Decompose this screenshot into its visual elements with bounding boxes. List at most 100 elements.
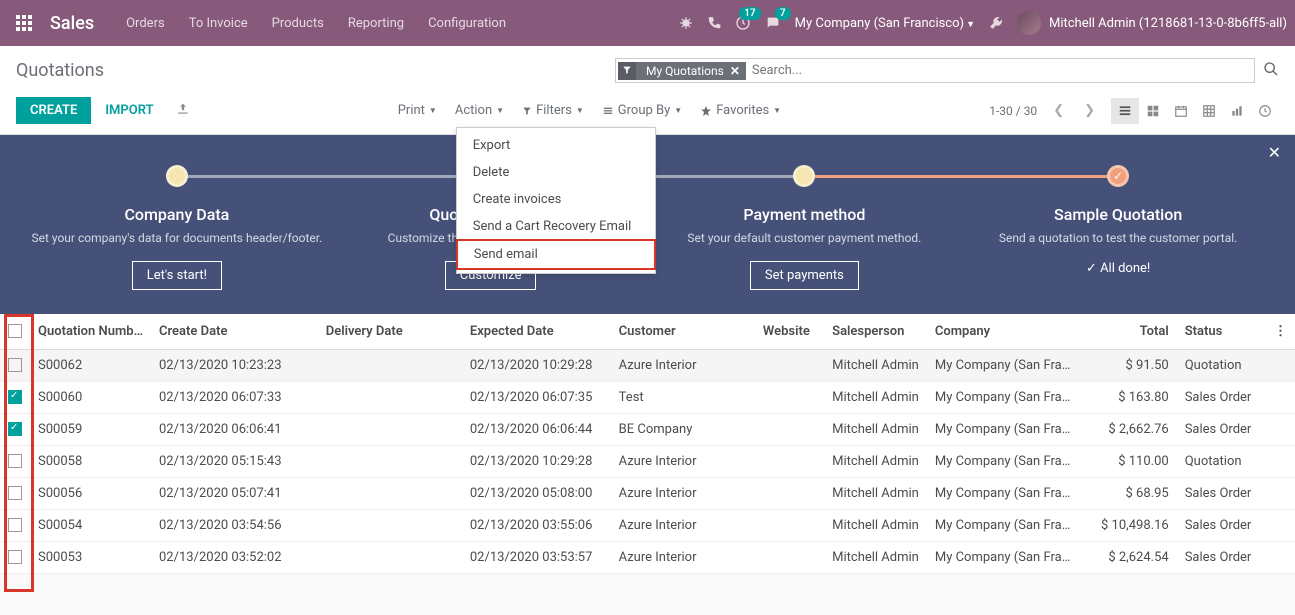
search-input[interactable] [746, 61, 1252, 80]
company-switcher[interactable]: My Company (San Francisco)▼ [795, 16, 975, 31]
cell-create-date: 02/13/2020 10:23:23 [151, 349, 318, 381]
view-activity-icon[interactable] [1251, 98, 1279, 124]
step-button[interactable]: Set payments [750, 261, 859, 290]
cell-website [755, 541, 824, 573]
search-facet[interactable]: My Quotations ✕ [618, 62, 746, 80]
upload-icon[interactable] [176, 102, 190, 120]
cell-create-date: 02/13/2020 06:06:41 [151, 413, 318, 445]
action-send-email[interactable]: Send email [456, 239, 656, 270]
table-row[interactable]: S0006002/13/2020 06:07:3302/13/2020 06:0… [0, 381, 1295, 413]
col-company[interactable]: Company [927, 314, 1079, 350]
create-button[interactable]: CREATE [16, 97, 91, 124]
favorites-dropdown[interactable]: Favorites▼ [700, 103, 781, 118]
chevron-down-icon: ▼ [496, 106, 504, 115]
cell-company: My Company (San Fra… [927, 445, 1079, 477]
cell-company: My Company (San Fra… [927, 541, 1079, 573]
view-list-icon[interactable] [1111, 98, 1139, 124]
remove-facet-icon[interactable]: ✕ [730, 64, 740, 78]
table-row[interactable]: S0005802/13/2020 05:15:4302/13/2020 10:2… [0, 445, 1295, 477]
menu-orders[interactable]: Orders [114, 16, 177, 31]
phone-icon[interactable] [707, 16, 721, 30]
chat-icon[interactable]: 7 [765, 15, 781, 31]
action-create-invoices[interactable]: Create invoices [457, 186, 655, 213]
cell-total: $ 163.80 [1078, 381, 1176, 413]
cell-website [755, 381, 824, 413]
cell-create-date: 02/13/2020 06:07:33 [151, 381, 318, 413]
action-dropdown[interactable]: Action▼ [455, 103, 504, 118]
row-checkbox[interactable] [8, 358, 22, 372]
apps-icon[interactable] [8, 15, 40, 31]
search-bar[interactable]: My Quotations ✕ [615, 58, 1255, 83]
menu-reporting[interactable]: Reporting [336, 16, 416, 31]
cell-website [755, 445, 824, 477]
cell-total: $ 2,624.54 [1078, 541, 1176, 573]
cell-salesperson: Mitchell Admin [824, 509, 927, 541]
view-calendar-icon[interactable] [1167, 98, 1195, 124]
breadcrumb: Quotations [16, 60, 104, 81]
col-expected-date[interactable]: Expected Date [462, 314, 611, 350]
cell-quotation: S00058 [30, 445, 151, 477]
view-graph-icon[interactable] [1223, 98, 1251, 124]
view-pivot-icon[interactable] [1195, 98, 1223, 124]
col-options-icon[interactable]: ⋮ [1266, 314, 1295, 350]
chevron-down-icon: ▼ [773, 106, 781, 115]
cell-company: My Company (San Fra… [927, 509, 1079, 541]
row-checkbox[interactable] [8, 454, 22, 468]
select-all-checkbox[interactable] [8, 324, 22, 338]
cell-expected-date: 02/13/2020 10:29:28 [462, 445, 611, 477]
row-checkbox[interactable] [8, 518, 22, 532]
view-kanban-icon[interactable] [1139, 98, 1167, 124]
cell-create-date: 02/13/2020 05:07:41 [151, 477, 318, 509]
cell-customer: Test [611, 381, 755, 413]
table-row[interactable]: S0006202/13/2020 10:23:2302/13/2020 10:2… [0, 349, 1295, 381]
close-icon[interactable]: ✕ [1268, 143, 1281, 162]
col-total[interactable]: Total [1078, 314, 1176, 350]
col-create-date[interactable]: Create Date [151, 314, 318, 350]
row-checkbox[interactable] [8, 486, 22, 500]
print-dropdown[interactable]: Print▼ [398, 103, 437, 118]
row-checkbox[interactable] [8, 422, 22, 436]
user-name: Mitchell Admin (1218681-13-0-8b6ff5-all) [1049, 16, 1287, 31]
pager-prev[interactable]: ❮ [1049, 103, 1068, 118]
menu-configuration[interactable]: Configuration [416, 16, 518, 31]
col-delivery-date[interactable]: Delivery Date [318, 314, 462, 350]
import-button[interactable]: IMPORT [91, 97, 167, 124]
user-menu[interactable]: Mitchell Admin (1218681-13-0-8b6ff5-all) [1017, 11, 1287, 35]
cell-expected-date: 02/13/2020 10:29:28 [462, 349, 611, 381]
step-button[interactable]: Let's start! [132, 261, 222, 290]
row-checkbox[interactable] [8, 550, 22, 564]
col-quotation[interactable]: Quotation Numb… [30, 314, 151, 350]
chevron-down-icon: ▼ [966, 20, 975, 30]
action-cart-recovery[interactable]: Send a Cart Recovery Email [457, 213, 655, 240]
pager[interactable]: 1-30 / 30 [989, 104, 1037, 118]
search-icon[interactable] [1263, 61, 1279, 81]
cell-expected-date: 02/13/2020 06:07:35 [462, 381, 611, 413]
cell-website [755, 413, 824, 445]
table-row[interactable]: S0005602/13/2020 05:07:4102/13/2020 05:0… [0, 477, 1295, 509]
table-row[interactable]: S0005302/13/2020 03:52:0202/13/2020 03:5… [0, 541, 1295, 573]
col-website[interactable]: Website [755, 314, 824, 350]
table-row[interactable]: S0005902/13/2020 06:06:4102/13/2020 06:0… [0, 413, 1295, 445]
app-brand[interactable]: Sales [40, 13, 114, 34]
cell-create-date: 02/13/2020 03:54:56 [151, 509, 318, 541]
debug-icon[interactable] [679, 16, 693, 30]
cell-company: My Company (San Fra… [927, 477, 1079, 509]
menu-products[interactable]: Products [260, 16, 336, 31]
action-export[interactable]: Export [457, 132, 655, 159]
menu-to-invoice[interactable]: To Invoice [177, 16, 260, 31]
cell-company: My Company (San Fra… [927, 413, 1079, 445]
col-salesperson[interactable]: Salesperson [824, 314, 927, 350]
cell-website [755, 349, 824, 381]
filters-dropdown[interactable]: Filters▼ [522, 103, 584, 118]
cell-delivery-date [318, 413, 462, 445]
cell-status: Sales Order [1177, 509, 1266, 541]
action-delete[interactable]: Delete [457, 159, 655, 186]
pager-next[interactable]: ❯ [1080, 103, 1099, 118]
col-status[interactable]: Status [1177, 314, 1266, 350]
wrench-icon[interactable] [989, 16, 1003, 30]
col-customer[interactable]: Customer [611, 314, 755, 350]
table-row[interactable]: S0005402/13/2020 03:54:5602/13/2020 03:5… [0, 509, 1295, 541]
groupby-dropdown[interactable]: Group By▼ [602, 103, 682, 118]
row-checkbox[interactable] [8, 390, 22, 404]
clock-icon[interactable]: 17 [735, 15, 751, 31]
